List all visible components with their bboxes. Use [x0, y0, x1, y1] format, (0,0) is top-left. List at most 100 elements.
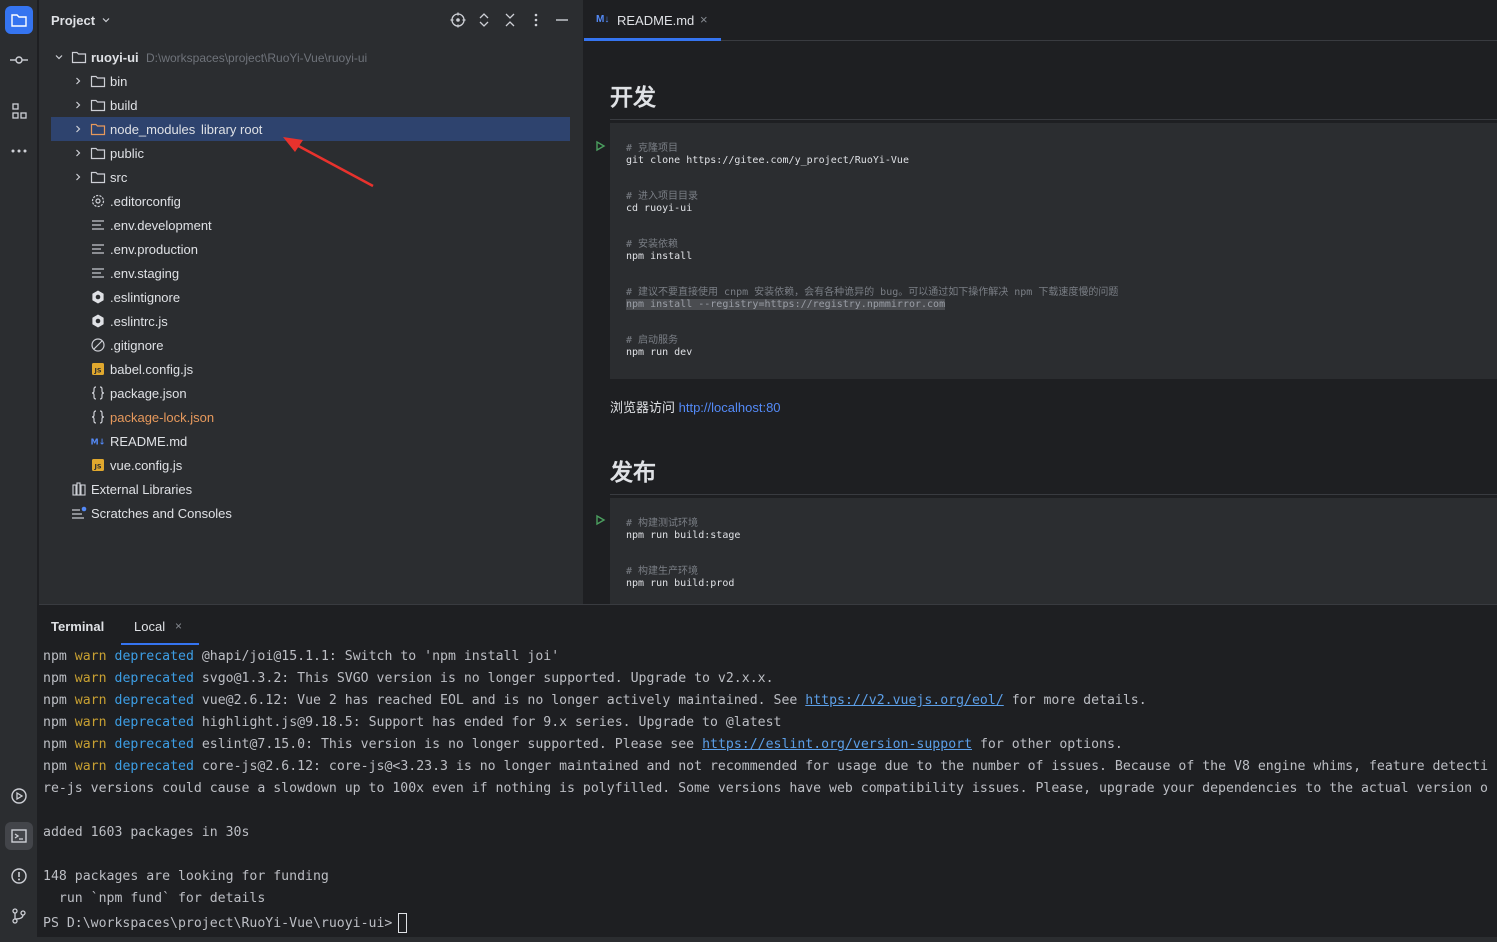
eslint-support-link[interactable]: https://eslint.org/version-support: [702, 737, 972, 752]
heading-publish: 发布: [610, 460, 656, 486]
code-command: git clone https://gitee.com/y_project/Ru…: [626, 155, 909, 166]
folder-icon: [90, 73, 106, 89]
folder-name: src: [110, 170, 128, 185]
terminal-cursor: [398, 913, 408, 933]
folder-name: bin: [110, 74, 128, 89]
code-comment: # 克隆项目: [626, 143, 679, 154]
tree-scratches[interactable]: Scratches and Consoles: [39, 501, 583, 525]
hide-panel-button[interactable]: [554, 12, 570, 28]
file-name: README.md: [110, 434, 188, 449]
tab-readme[interactable]: M↓ README.md ×: [584, 0, 721, 41]
run-icon[interactable]: [595, 140, 607, 152]
tree-file[interactable]: .env.production: [39, 237, 583, 261]
chevron-down-icon[interactable]: [54, 52, 64, 62]
tree-file[interactable]: package-lock.json: [39, 405, 583, 429]
options-button[interactable]: [528, 12, 544, 28]
minimize-icon: [556, 19, 568, 21]
terminal-title: Terminal: [51, 619, 105, 634]
activity-bar: [0, 0, 38, 942]
tab-local[interactable]: Local ×: [121, 605, 199, 645]
code-command: npm run dev: [626, 347, 693, 358]
file-name: .env.development: [110, 218, 212, 233]
terminal-line: re-js versions could cause a slowdown up…: [43, 781, 1488, 796]
tree-root-ruoyi-ui[interactable]: ruoyi-ui D:\workspaces\project\RuoYi-Vue…: [39, 45, 583, 69]
close-icon[interactable]: ×: [175, 619, 182, 633]
terminal-panel: Terminal Local × npm warn deprecated @ha…: [39, 604, 1497, 942]
status-strip: [0, 937, 1497, 942]
heading-divider: [610, 494, 1497, 495]
terminal-line: npm warn deprecated highlight.js@9.18.5:…: [43, 715, 782, 730]
terminal-tool-button[interactable]: [5, 822, 33, 850]
library-root-hint: library root: [201, 122, 263, 137]
code-comment: # 启动服务: [626, 335, 679, 346]
collapse-all-button[interactable]: [502, 12, 518, 28]
locate-file-button[interactable]: [450, 12, 466, 28]
root-folder-path: D:\workspaces\project\RuoYi-Vue\ruoyi-ui: [146, 51, 368, 65]
chevron-right-icon[interactable]: [73, 76, 83, 86]
commit-tool-button[interactable]: [5, 46, 33, 74]
chevron-right-icon[interactable]: [73, 100, 83, 110]
json-icon: [90, 385, 106, 401]
tree-folder-build[interactable]: build: [39, 93, 583, 117]
tree-file[interactable]: .env.development: [39, 213, 583, 237]
tree-file[interactable]: .eslintignore: [39, 285, 583, 309]
localhost-link[interactable]: http://localhost:80: [679, 400, 781, 415]
text-lines-icon: [90, 241, 106, 257]
structure-icon: [12, 103, 27, 119]
folder-icon: [90, 97, 106, 113]
folder-icon: [90, 169, 106, 185]
commit-icon: [10, 56, 28, 64]
chevron-right-icon[interactable]: [73, 172, 83, 182]
terminal-prompt-line[interactable]: PS D:\workspaces\project\RuoYi-Vue\ruoyi…: [43, 913, 408, 935]
run-icon[interactable]: [595, 514, 607, 526]
project-panel-title[interactable]: Project: [51, 13, 95, 28]
project-tool-button[interactable]: [5, 6, 33, 34]
problems-icon: [11, 868, 27, 884]
folder-name: build: [110, 98, 138, 113]
terminal-line: 148 packages are looking for funding: [43, 869, 329, 884]
folder-icon: [90, 145, 106, 161]
folder-name: node_modules: [110, 122, 196, 137]
text-lines-icon: [90, 217, 106, 233]
scratches-label: Scratches and Consoles: [91, 506, 232, 521]
tree-file[interactable]: .eslintrc.js: [39, 309, 583, 333]
gear-icon: [90, 193, 106, 209]
services-play-icon: [11, 788, 27, 804]
expand-all-button[interactable]: [476, 12, 492, 28]
problems-tool-button[interactable]: [5, 862, 33, 890]
code-comment: # 安装依赖: [626, 239, 679, 250]
tree-folder-bin[interactable]: bin: [39, 69, 583, 93]
tree-file[interactable]: package.json: [39, 381, 583, 405]
more-tools-button[interactable]: [5, 137, 33, 165]
tree-file[interactable]: .gitignore: [39, 333, 583, 357]
kebab-menu-icon: [534, 13, 538, 27]
terminal-line: npm warn deprecated eslint@7.15.0: This …: [43, 737, 1123, 752]
git-tool-button[interactable]: [5, 902, 33, 930]
vue-eol-link[interactable]: https://v2.vuejs.org/eol/: [805, 693, 1004, 708]
eslint-icon: [90, 313, 106, 329]
tree-file[interactable]: .env.staging: [39, 261, 583, 285]
structure-tool-button[interactable]: [5, 97, 33, 125]
tree-file[interactable]: JS vue.config.js: [39, 453, 583, 477]
json-icon: [90, 409, 106, 425]
tree-file[interactable]: JS babel.config.js: [39, 357, 583, 381]
terminal-line: added 1603 packages in 30s: [43, 825, 250, 840]
project-panel-header: Project: [39, 0, 583, 40]
chevron-right-icon[interactable]: [73, 124, 83, 134]
chevron-right-icon[interactable]: [73, 148, 83, 158]
tree-external-libraries[interactable]: External Libraries: [39, 477, 583, 501]
tree-file[interactable]: .editorconfig: [39, 189, 583, 213]
tab-label: Local: [134, 619, 166, 634]
file-name: .gitignore: [110, 338, 164, 353]
close-icon[interactable]: ×: [700, 12, 708, 27]
terminal-line: npm warn deprecated svgo@1.3.2: This SVG…: [43, 671, 774, 686]
terminal-line: run `npm fund` for details: [43, 891, 266, 906]
svg-text:JS: JS: [93, 367, 101, 375]
terminal-header: Terminal Local ×: [39, 605, 1497, 645]
browser-access-paragraph: 浏览器访问 http://localhost:80: [610, 397, 781, 416]
services-tool-button[interactable]: [5, 782, 33, 810]
chevron-down-icon[interactable]: [101, 15, 111, 25]
eslint-icon: [90, 289, 106, 305]
tree-file[interactable]: M↓ README.md: [39, 429, 583, 453]
file-name: .env.production: [110, 242, 198, 257]
